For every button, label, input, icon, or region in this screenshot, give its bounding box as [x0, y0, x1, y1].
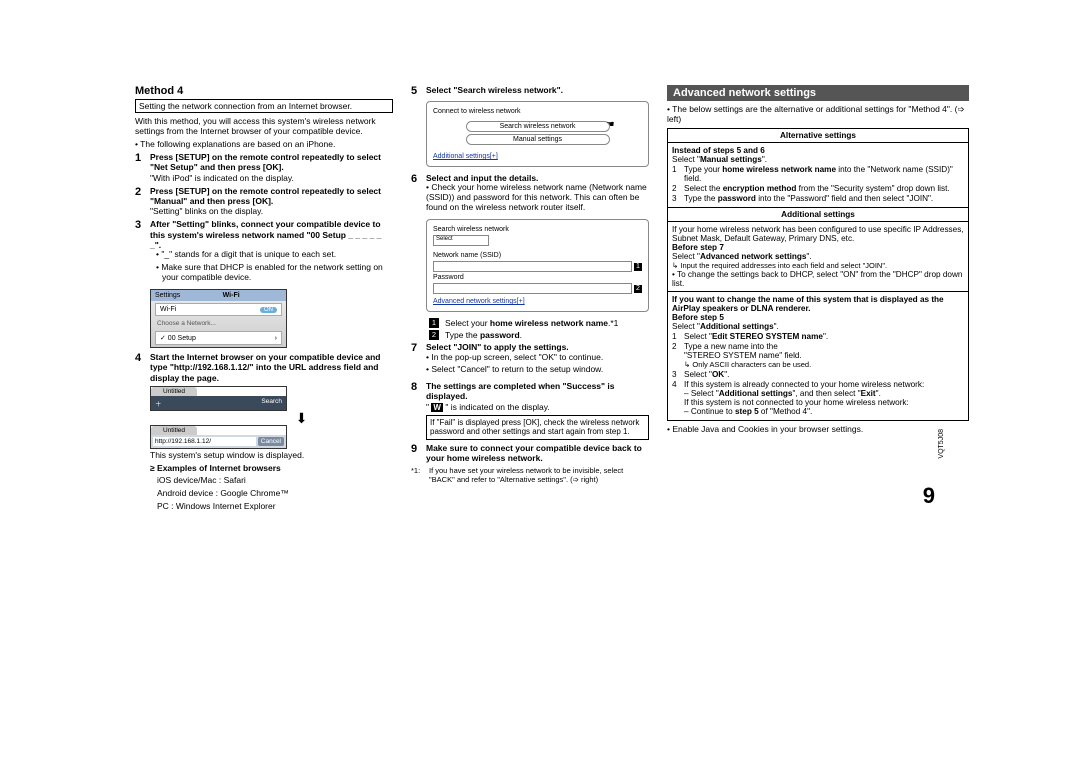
fig-wifi-row: Wi-Fi — [160, 306, 176, 313]
step-2-after: "Setting" blinks on the display. — [150, 206, 263, 216]
browsers-3: PC : Windows Internet Explorer — [157, 502, 393, 512]
step-7-b2: • Select "Cancel" to return to the setup… — [426, 365, 649, 375]
add-b7s2: • To change the settings back to DHCP, s… — [672, 270, 962, 288]
step-2: 2 Press [SETUP] on the remote control re… — [135, 186, 393, 217]
fig1-btn-manual: Manual settings — [466, 134, 610, 145]
step-8-after: " W " is indicated on the display. — [426, 402, 550, 412]
add-r2: Type a new name into the "STEREO SYSTEM … — [684, 342, 964, 369]
callout-list-1: 1 Select your home wireless network name… — [429, 318, 649, 328]
callout-2: 2 — [634, 285, 642, 293]
browsers-1: iOS device/Mac : Safari — [157, 476, 393, 486]
doc-code: VQT5J08 — [938, 429, 945, 459]
step-1-bold: Press [SETUP] on the remote control repe… — [150, 152, 381, 172]
page-content: Method 4 Setting the network connection … — [135, 85, 945, 515]
fail-note: If "Fail" is displayed press [OK], check… — [426, 415, 649, 439]
connect-figure: Connect to wireless network Search wirel… — [426, 101, 649, 167]
tail-bullet: • Enable Java and Cookies in your browse… — [667, 425, 969, 435]
advanced-lead: • The below settings are the alternative… — [667, 105, 969, 125]
fig-settings-label: Settings — [155, 292, 180, 299]
step-9: 9 Make sure to connect your compatible d… — [411, 443, 649, 463]
fig-tab: Untitled — [151, 387, 197, 396]
column-2: 5 Select "Search wireless network". Conn… — [411, 85, 649, 515]
step-5: 5 Select "Search wireless network". — [411, 85, 649, 97]
alt-instead: Instead of steps 5 and 6 — [672, 146, 765, 155]
fig1-title: Connect to wireless network — [433, 108, 642, 115]
fig2-ssid-input — [433, 261, 632, 272]
column-1: Method 4 Setting the network connection … — [135, 85, 393, 515]
step-7-b1: • In the pop-up screen, select "OK" to c… — [426, 353, 649, 363]
add-r1: Select "Edit STEREO SYSTEM name". — [684, 332, 964, 341]
add-r4: If this system is already connected to y… — [684, 380, 964, 416]
fig-cancel: Cancel — [258, 437, 284, 446]
add-heading: Additional settings — [668, 207, 968, 222]
method-heading: Method 4 — [135, 85, 393, 97]
add-b7s1: ↳ Input the required addresses into each… — [672, 261, 887, 270]
fig-search: Search — [261, 398, 282, 408]
fig2-select: Select — [433, 235, 489, 246]
step-6: 6 Select and input the details. • Check … — [411, 173, 649, 215]
add-select-additional: Select "Additional settings". — [672, 322, 779, 331]
step-8: 8 The settings are completed when "Succe… — [411, 381, 649, 412]
fig2-title: Search wireless network — [433, 226, 642, 233]
step-3-bold: After "Setting" blinks, connect your com… — [150, 219, 381, 249]
step-4-bold: Start the Internet browser on your compa… — [150, 352, 381, 382]
alt-select-manual: Select "Manual settings". — [672, 155, 767, 164]
search-figure: Search wireless network Select Network n… — [426, 219, 649, 312]
browsers-2: Android device : Google Chrome™ — [157, 489, 393, 499]
hand-icon: ☚ — [606, 119, 614, 130]
fig2-link: Advanced network settings[+] — [433, 298, 525, 305]
arrow-down-icon: ⬇ — [210, 413, 393, 423]
alt-r1: Type your home wireless network name int… — [684, 165, 964, 183]
alt-r3: Type the password into the "Password" fi… — [684, 194, 964, 203]
step-1: 1 Press [SETUP] on the remote control re… — [135, 152, 393, 183]
browser-figure-1: Untitled ＋Search — [150, 386, 287, 411]
step-4-after: This system's setup window is displayed. — [150, 451, 393, 461]
wifi-toggle: ON — [260, 307, 277, 313]
alt-r2: Select the encryption method from the "S… — [684, 184, 964, 193]
callout-list-2: 2 Type the password. — [429, 330, 649, 340]
step-4: 4 Start the Internet browser on your com… — [135, 352, 393, 383]
fig-tab2: Untitled — [151, 426, 197, 435]
browsers-heading: ≥ Examples of Internet browsers — [150, 463, 281, 473]
step-8-bold: The settings are completed when "Success… — [426, 381, 615, 401]
step-9-bold: Make sure to connect your compatible dev… — [426, 443, 642, 463]
iphone-wifi-figure: Settings Wi-Fi Wi-Fi ON Choose a Network..… — [150, 289, 287, 348]
intro-bullet: • The following explanations are based o… — [141, 140, 393, 150]
fig-url-field: http://192.168.1.12/ — [153, 437, 256, 446]
step-7-bold: Select "JOIN" to apply the settings. — [426, 342, 569, 352]
step-3-sub1: • "_" stands for a digit that is unique … — [156, 250, 393, 260]
add-midb: If you want to change the name of this s… — [672, 295, 944, 313]
step-5-bold: Select "Search wireless network". — [426, 85, 563, 95]
fig1-btn-search: Search wireless network☚ — [466, 121, 610, 132]
advanced-heading: Advanced network settings — [667, 85, 969, 101]
intro-text: With this method, you will access this s… — [135, 117, 393, 137]
step-6-bullet: • Check your home wireless network name … — [426, 183, 649, 212]
step-3-sub2: • Make sure that DHCP is enabled for the… — [156, 263, 393, 283]
fig-network-row: ✓ 00 Setup — [160, 334, 196, 342]
alternative-settings-box: Alternative settings Instead of steps 5 … — [667, 128, 969, 421]
fig2-ssid-label: Network name (SSID) — [433, 252, 503, 259]
add-r3: Select "OK". — [684, 370, 964, 379]
callout-1: 1 — [634, 263, 642, 271]
fig2-pwd-input — [433, 283, 632, 294]
add-before7: Before step 7 — [672, 243, 724, 252]
step-2-bold: Press [SETUP] on the remote control repe… — [150, 186, 381, 206]
step-3: 3 After "Setting" blinks, connect your c… — [135, 219, 393, 285]
alt-heading: Alternative settings — [668, 129, 968, 143]
step-7: 7 Select "JOIN" to apply the settings. •… — [411, 342, 649, 378]
column-3: Advanced network settings • The below se… — [667, 85, 969, 515]
add-before5: Before step 5 — [672, 313, 724, 322]
fig2-pwd-label: Password — [433, 274, 503, 281]
add-select-adv: Select "Advanced network settings". — [672, 252, 812, 261]
browser-figure-2: Untitled http://192.168.1.12/Cancel — [150, 425, 287, 449]
add-p1: If your home wireless network has been c… — [672, 225, 964, 243]
page-number: 9 — [923, 483, 935, 509]
fig1-link: Additional settings[+] — [433, 153, 498, 160]
fig-wifi-header: Wi-Fi — [223, 292, 240, 299]
step-1-after: "With iPod" is indicated on the display. — [150, 173, 294, 183]
fig-choose-label: Choose a Network... — [151, 318, 286, 329]
footnote-1: *1: If you have set your wireless networ… — [411, 467, 649, 484]
method-subtitle-box: Setting the network connection from an I… — [135, 99, 393, 113]
